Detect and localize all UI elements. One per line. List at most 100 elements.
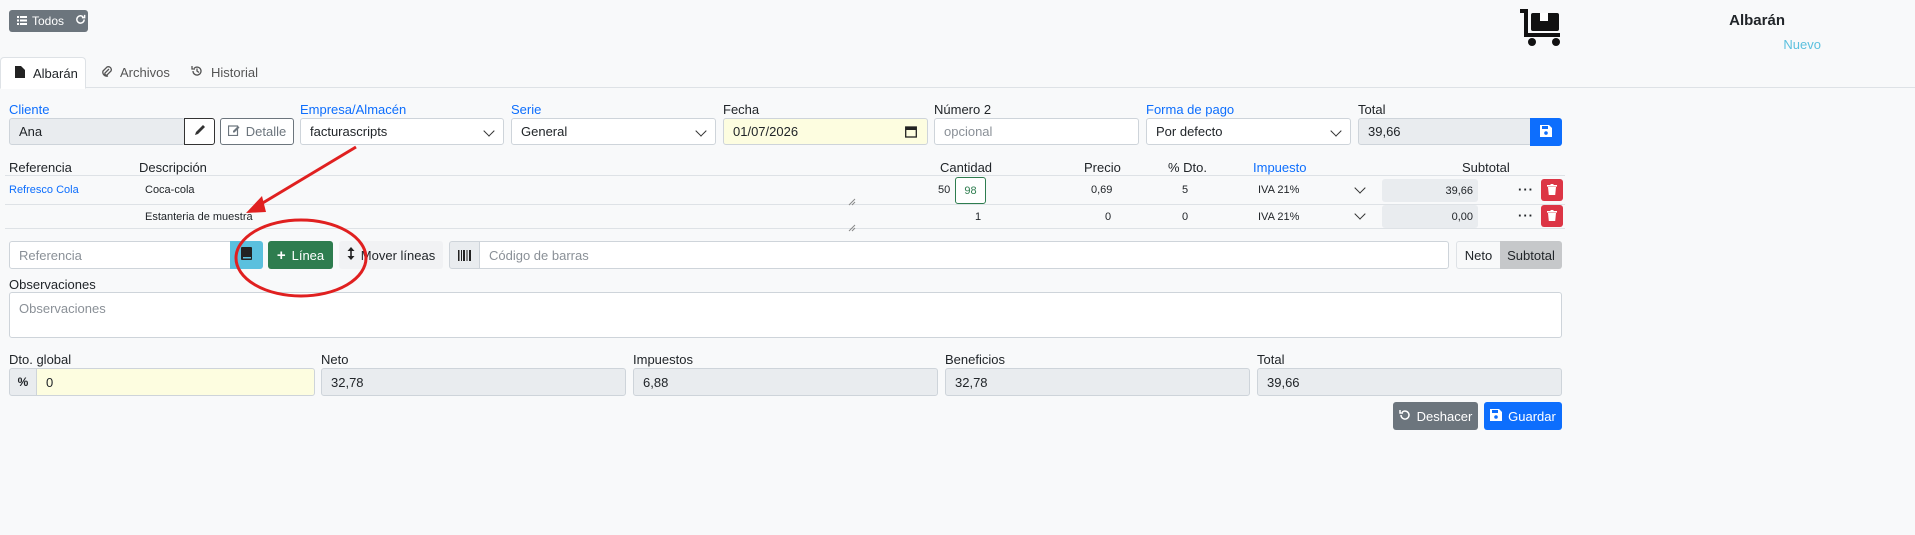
line-referencia-link[interactable]: Refresco Cola — [9, 184, 79, 196]
col-referencia: Referencia — [9, 160, 72, 175]
neto-label: Neto — [321, 352, 349, 367]
add-line-label: Línea — [291, 247, 325, 263]
subtotal-toggle[interactable]: Subtotal — [1500, 241, 1562, 269]
total-label: Total — [1358, 102, 1386, 117]
neto-field: 32,78 — [321, 368, 626, 396]
forma-pago-label[interactable]: Forma de pago — [1146, 102, 1234, 117]
referencia-placeholder: Referencia — [19, 247, 82, 263]
list-icon — [17, 14, 27, 28]
dto-global-label: Dto. global — [9, 352, 72, 367]
more-icon[interactable]: ··· — [1518, 182, 1534, 197]
chevron-down-icon — [1330, 125, 1342, 137]
line-cantidad-input[interactable]: 1 — [975, 211, 981, 223]
line-dto[interactable]: 0 — [1182, 211, 1188, 223]
line-cantidad-input[interactable]: 98 — [955, 177, 986, 204]
empresa-label[interactable]: Empresa/Almacén — [300, 102, 406, 117]
guardar-button[interactable]: Guardar — [1484, 402, 1562, 430]
impuestos-label: Impuestos — [633, 352, 693, 367]
pencil-icon — [194, 124, 206, 139]
col-cantidad: Cantidad — [940, 160, 993, 175]
neto-toggle[interactable]: Neto — [1456, 241, 1501, 269]
todos-button[interactable]: Todos — [9, 10, 88, 32]
empresa-select[interactable]: facturascripts — [300, 118, 504, 145]
page-title: Albarán — [1729, 12, 1785, 29]
col-dto: % Dto. — [1168, 160, 1208, 175]
cart-icon — [1518, 8, 1564, 48]
tab-bar: Albarán Archivos Historial — [0, 57, 1915, 89]
guardar-label: Guardar — [1508, 408, 1556, 424]
line-impuesto-select[interactable]: IVA 21% — [1258, 184, 1299, 196]
line-descripcion[interactable]: Estanteria de muestra — [145, 211, 253, 223]
more-icon[interactable]: ··· — [1518, 208, 1534, 223]
beneficios-value: 32,78 — [955, 374, 988, 390]
book-icon — [241, 247, 252, 263]
chevron-down-icon — [483, 125, 495, 137]
resize-handle-icon[interactable] — [848, 220, 856, 235]
serie-label[interactable]: Serie — [511, 102, 541, 117]
calendar-icon[interactable] — [905, 125, 917, 141]
book-search-button[interactable] — [230, 241, 263, 269]
line-stock: 50 — [938, 184, 951, 196]
tab-archivos[interactable]: Archivos — [87, 57, 184, 88]
refresh-icon[interactable] — [75, 14, 86, 28]
forma-pago-value: Por defecto — [1156, 124, 1223, 139]
referencia-search-input[interactable]: Referencia — [9, 241, 231, 269]
status-badge: Nuevo — [1783, 37, 1821, 52]
numero2-placeholder: opcional — [944, 124, 993, 139]
undo-icon — [1398, 409, 1411, 424]
trash-icon — [1547, 209, 1557, 224]
edit-cliente-button[interactable] — [184, 118, 215, 145]
chevron-down-icon — [695, 125, 707, 137]
line-impuesto-select[interactable]: IVA 21% — [1258, 211, 1299, 223]
detalle-label: Detalle — [245, 124, 287, 139]
col-impuesto[interactable]: Impuesto — [1253, 160, 1306, 175]
todos-label: Todos — [32, 14, 65, 28]
numero2-label: Número 2 — [934, 102, 992, 117]
tab-label: Historial — [211, 65, 258, 80]
numero2-input[interactable]: opcional — [934, 118, 1139, 145]
line-precio[interactable]: 0 — [1105, 211, 1111, 223]
tab-historial[interactable]: Historial — [177, 57, 272, 88]
col-subtotal: Subtotal — [1462, 160, 1510, 175]
neto-toggle-label: Neto — [1464, 247, 1493, 263]
beneficios-label: Beneficios — [945, 352, 1005, 367]
delete-line-button[interactable] — [1541, 205, 1563, 227]
serie-select[interactable]: General — [511, 118, 716, 145]
total-summary-label: Total — [1257, 352, 1285, 367]
barcode-input[interactable]: Código de barras — [479, 241, 1449, 269]
cliente-label[interactable]: Cliente — [9, 102, 49, 117]
file-icon — [15, 65, 25, 81]
barcode-icon — [449, 241, 480, 269]
line-precio[interactable]: 0,69 — [1091, 184, 1112, 196]
total-summary-field: 39,66 — [1257, 368, 1562, 396]
line-subtotal: 0,00 — [1382, 205, 1478, 228]
line-dto[interactable]: 5 — [1182, 184, 1188, 196]
fecha-input[interactable]: 01/07/2026 — [723, 118, 928, 145]
forma-pago-select[interactable]: Por defecto — [1146, 118, 1351, 145]
fecha-label: Fecha — [723, 102, 760, 117]
cliente-field[interactable]: Ana — [9, 118, 185, 145]
move-lines-button[interactable]: Mover líneas — [339, 241, 443, 269]
dto-global-input[interactable]: 0 — [36, 368, 315, 396]
save-total-button[interactable] — [1530, 118, 1562, 146]
impuestos-value: 6,88 — [643, 374, 669, 390]
paperclip-icon — [101, 65, 112, 80]
delete-line-button[interactable] — [1541, 179, 1563, 201]
total-summary-value: 39,66 — [1267, 374, 1300, 390]
beneficios-field: 32,78 — [945, 368, 1250, 396]
subtotal-toggle-label: Subtotal — [1507, 247, 1555, 263]
arrows-vertical-icon — [347, 247, 355, 263]
save-icon — [1540, 124, 1552, 140]
tab-albaran[interactable]: Albarán — [0, 57, 86, 89]
deshacer-button[interactable]: Deshacer — [1393, 402, 1478, 430]
detalle-button[interactable]: Detalle — [220, 118, 294, 145]
impuestos-field: 6,88 — [633, 368, 938, 396]
line-descripcion[interactable]: Coca-cola — [145, 184, 195, 196]
observaciones-textarea[interactable]: Observaciones — [9, 292, 1562, 338]
add-line-button[interactable]: + Línea — [268, 241, 333, 269]
percent-icon: % — [9, 368, 37, 396]
move-lines-label: Mover líneas — [360, 247, 436, 263]
tab-label: Archivos — [120, 65, 170, 80]
line-subtotal: 39,66 — [1382, 179, 1478, 202]
dto-global-value: 0 — [46, 374, 54, 390]
